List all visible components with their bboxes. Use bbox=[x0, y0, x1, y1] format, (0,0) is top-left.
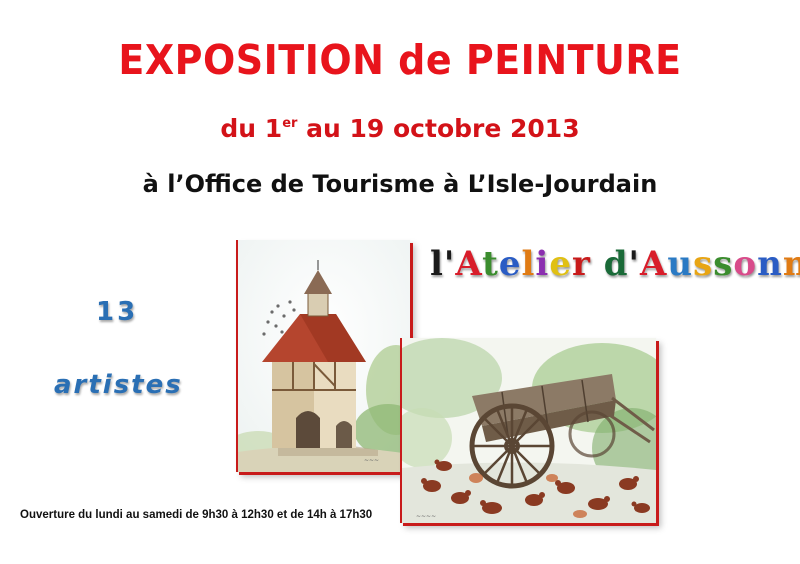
atelier-letter: A bbox=[639, 244, 668, 284]
painting-cart: ~~~~ bbox=[400, 338, 656, 523]
atelier-letter: l bbox=[430, 244, 444, 284]
atelier-letter: ' bbox=[628, 244, 640, 284]
atelier-letter: i bbox=[535, 244, 550, 284]
atelier-logo: l'Atelier d'Aussonne bbox=[430, 244, 800, 284]
atelier-letter: e bbox=[498, 244, 522, 284]
atelier-letter: o bbox=[733, 244, 758, 284]
dates-end: au 19 octobre 2013 bbox=[297, 114, 580, 143]
artists-label: artistes bbox=[54, 370, 183, 400]
artist-count: 13 bbox=[96, 297, 139, 327]
atelier-letter: d bbox=[603, 244, 629, 284]
dates-start: du 1 bbox=[220, 114, 283, 143]
svg-text:~~~~: ~~~~ bbox=[416, 513, 436, 520]
atelier-letter: ' bbox=[443, 244, 456, 284]
atelier-letter: n bbox=[757, 244, 783, 284]
dates-ordinal: er bbox=[282, 116, 298, 131]
dovecote-illustration: ~~~ bbox=[238, 240, 410, 472]
svg-text:~~~: ~~~ bbox=[364, 457, 379, 464]
cart-illustration: ~~~~ bbox=[402, 338, 656, 523]
atelier-letter: n bbox=[782, 244, 800, 284]
exhibition-venue: à l’Office de Tourisme à L’Isle-Jourdain bbox=[142, 170, 658, 198]
atelier-letter: s bbox=[713, 244, 734, 284]
atelier-letter: u bbox=[667, 244, 694, 284]
atelier-letter: A bbox=[455, 244, 483, 284]
atelier-letter bbox=[591, 244, 604, 284]
atelier-letter: l bbox=[521, 244, 536, 284]
atelier-letter: s bbox=[693, 244, 714, 284]
painting-dovecote: ~~~ bbox=[236, 240, 410, 472]
atelier-letter: t bbox=[482, 244, 499, 284]
exhibition-title: EXPOSITION de PEINTURE bbox=[118, 36, 682, 84]
opening-hours: Ouverture du lundi au samedi de 9h30 à 1… bbox=[20, 509, 373, 521]
exhibition-dates: du 1er au 19 octobre 2013 bbox=[0, 114, 800, 143]
atelier-letter: r bbox=[571, 244, 591, 284]
atelier-letter: e bbox=[549, 244, 572, 284]
